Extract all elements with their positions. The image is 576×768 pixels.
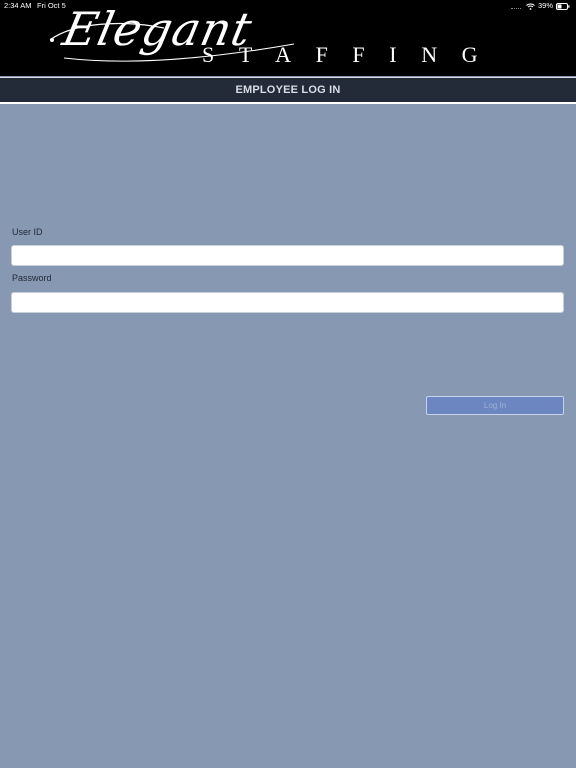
logo-block-text: STAFFING xyxy=(202,42,503,67)
title-bar: EMPLOYEE LOG IN xyxy=(0,77,576,104)
elegant-staffing-logo: Elegant STAFFING xyxy=(0,2,576,74)
password-input[interactable] xyxy=(11,292,564,313)
password-label: Password xyxy=(12,273,52,283)
header: 2:34 AM Fri Oct 5 39% Elegant STAFFING xyxy=(0,0,576,76)
user-id-label: User ID xyxy=(12,227,43,237)
page-title: EMPLOYEE LOG IN xyxy=(235,84,341,96)
login-button[interactable]: Log In xyxy=(426,396,564,415)
login-screen: 2:34 AM Fri Oct 5 39% Elegant STAFFING E… xyxy=(0,0,576,768)
user-id-input[interactable] xyxy=(11,245,564,266)
